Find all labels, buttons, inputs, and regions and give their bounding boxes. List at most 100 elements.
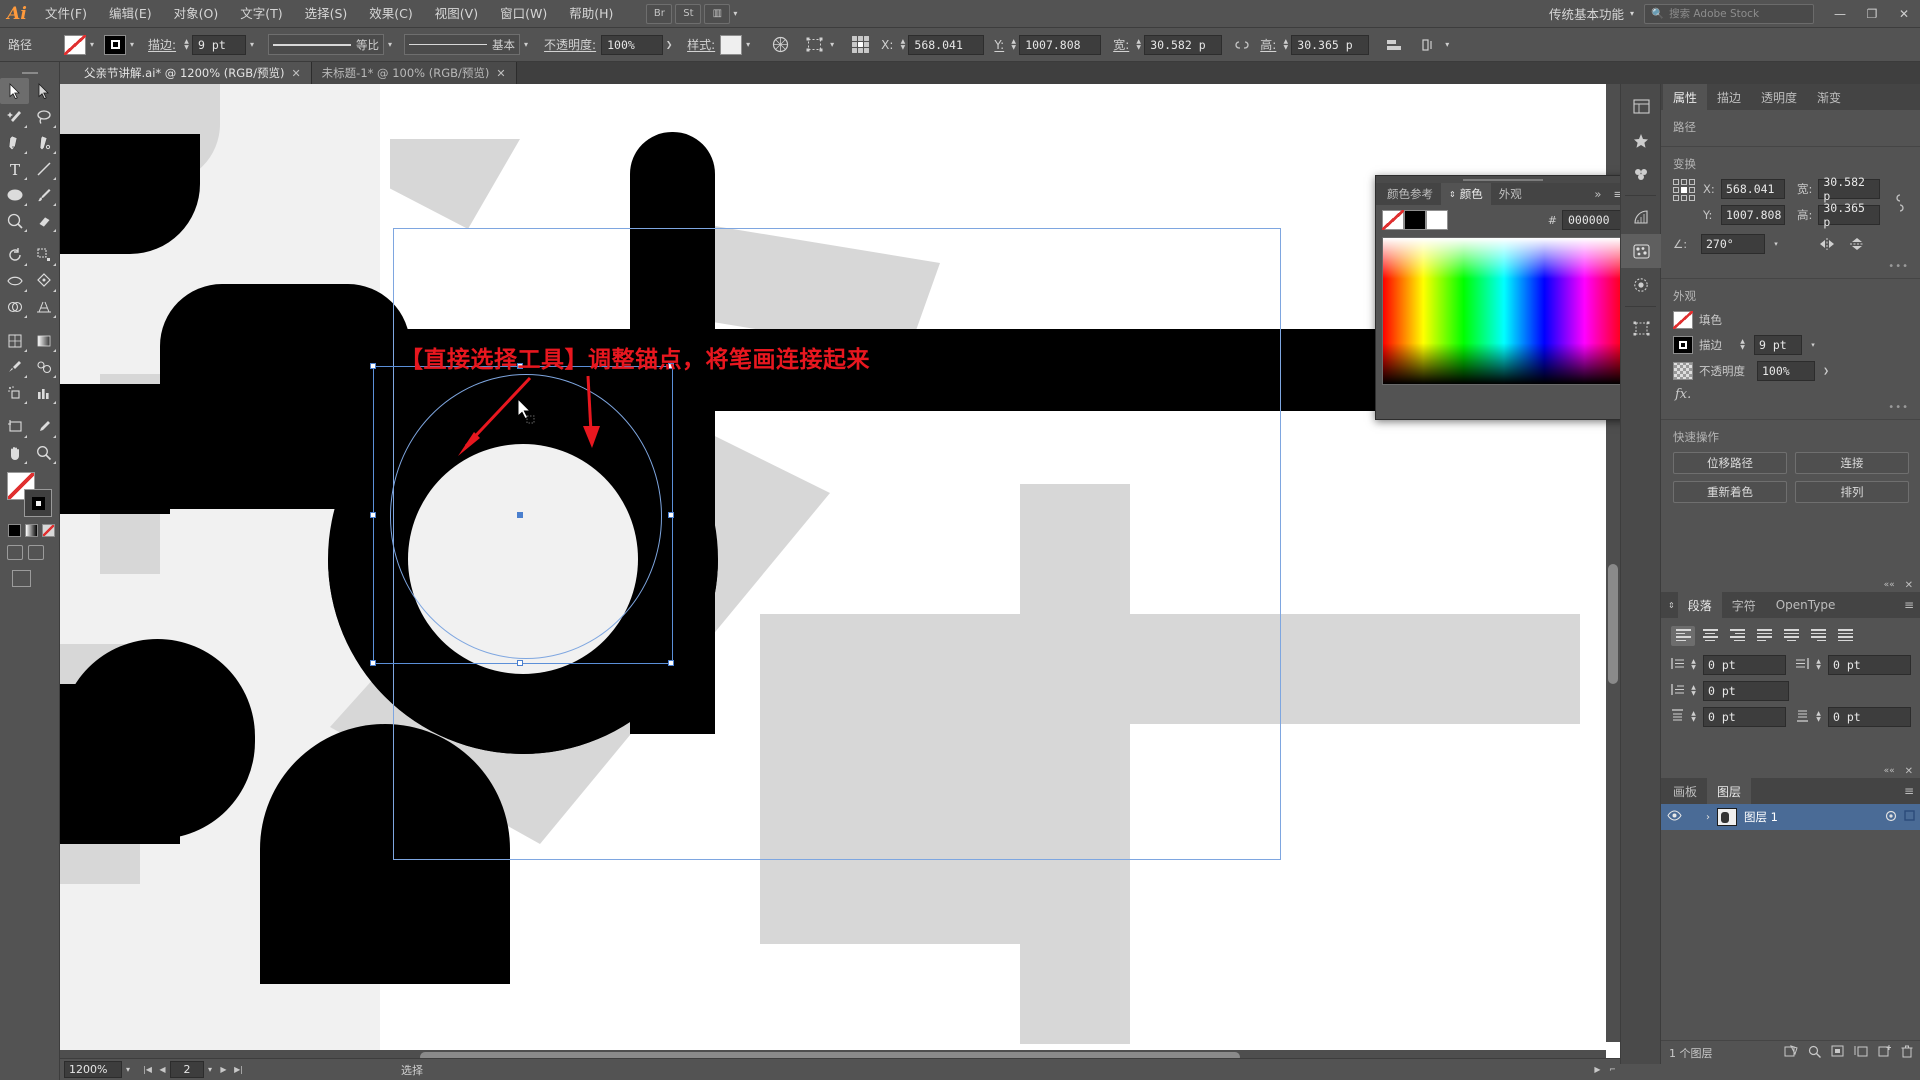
magic-wand-tool[interactable] [0, 104, 29, 130]
layer-expand-icon[interactable]: › [1706, 812, 1710, 823]
tab-stroke[interactable]: 描边 [1707, 84, 1751, 110]
indent-first-line-stepper[interactable]: ▲ ▼ [1688, 681, 1699, 701]
tab-layers[interactable]: 图层 [1707, 778, 1752, 804]
screen-mode-full-icon[interactable] [28, 545, 44, 560]
align-right-button[interactable] [1725, 626, 1749, 646]
transform-chevron-icon[interactable]: ▾ [826, 35, 838, 55]
tab-gradient[interactable]: 渐变 [1807, 84, 1851, 110]
shaper-tool[interactable] [0, 208, 29, 234]
tab-color[interactable]: ⇕ 颜色 [1441, 183, 1491, 205]
search-stock-input[interactable]: 🔍 搜索 Adobe Stock [1644, 3, 1814, 24]
line-segment-tool[interactable] [29, 156, 58, 182]
indent-first-line-field[interactable]: 0 pt [1703, 681, 1789, 701]
recolor-artwork-icon[interactable] [768, 34, 792, 56]
align-options-icon[interactable] [1383, 34, 1407, 56]
tab-properties[interactable]: 属性 [1663, 84, 1708, 110]
paragraph-menu-icon[interactable]: ≡ [1897, 592, 1920, 618]
document-tab-1-close-icon[interactable]: ✕ [291, 67, 300, 80]
artboard-number-field[interactable]: 2 [170, 1061, 204, 1078]
selection-handle-bl[interactable] [370, 660, 376, 666]
canvas-vertical-scroll-thumb[interactable] [1608, 564, 1618, 684]
more-options-chevron-icon[interactable]: ▾ [1441, 35, 1453, 55]
gradient-tool[interactable] [29, 328, 58, 354]
width-tool[interactable] [0, 268, 29, 294]
new-sublayer-icon[interactable] [1854, 1045, 1868, 1060]
layer-visibility-icon[interactable] [1667, 810, 1682, 824]
opacity-flyout-icon[interactable]: ❯ [663, 35, 675, 55]
style-chevron-icon[interactable]: ▾ [742, 35, 754, 55]
link-dimensions-icon[interactable] [1230, 34, 1254, 56]
y-stepper[interactable]: ▲ ▼ [1008, 35, 1019, 55]
artboards-icon[interactable] [1621, 311, 1661, 345]
selection-tool[interactable] [0, 78, 29, 104]
pen-tool[interactable] [0, 130, 29, 156]
prop-width-field[interactable]: 30.582 p [1818, 175, 1881, 203]
reference-point-selector[interactable] [852, 36, 870, 53]
color-black-swatch[interactable] [1404, 210, 1426, 230]
space-after-field[interactable]: 0 pt [1828, 707, 1911, 727]
space-before-stepper[interactable]: ▲ ▼ [1688, 707, 1699, 727]
layer-selection-indicator[interactable] [1904, 810, 1915, 824]
fill-swatch[interactable] [64, 34, 86, 55]
more-options-icon[interactable] [1417, 34, 1441, 56]
layers-close-icon[interactable]: ✕ [1905, 766, 1913, 777]
menu-item-edit[interactable]: 编辑(E) [98, 0, 163, 28]
find-icon[interactable] [1808, 1045, 1821, 1061]
menu-item-window[interactable]: 窗口(W) [489, 0, 558, 28]
menu-item-view[interactable]: 视图(V) [424, 0, 489, 28]
appearance-opacity-field[interactable]: 100% [1757, 361, 1815, 381]
menu-item-object[interactable]: 对象(O) [163, 0, 230, 28]
artboard-chevron-icon[interactable]: ▾ [204, 1060, 216, 1080]
symbol-sprayer-tool[interactable] [0, 380, 29, 406]
delete-layer-icon[interactable] [1901, 1045, 1913, 1061]
transform-options-icon[interactable] [802, 34, 826, 56]
stroke-weight-stepper[interactable]: ▲ ▼ [181, 35, 192, 55]
menu-item-file[interactable]: 文件(F) [34, 0, 98, 28]
stroke-swatch[interactable] [104, 34, 126, 55]
stroke-weight-chevron-icon[interactable]: ▾ [246, 35, 258, 55]
transform-more-options-icon[interactable]: ••• [1673, 261, 1909, 272]
tab-color-guide[interactable]: 颜色参考 [1379, 183, 1441, 205]
menu-item-help[interactable]: 帮助(H) [558, 0, 624, 28]
restore-button[interactable]: ❐ [1856, 0, 1888, 28]
prop-x-field[interactable]: 568.041 [1721, 179, 1785, 199]
prop-angle-field[interactable]: 270° [1701, 234, 1765, 254]
color-spectrum-picker[interactable] [1382, 237, 1626, 385]
appearance-stroke-chevron-icon[interactable]: ▾ [1808, 341, 1818, 349]
tab-opentype[interactable]: OpenType [1766, 592, 1846, 618]
menu-item-effect[interactable]: 效果(C) [358, 0, 423, 28]
x-stepper[interactable]: ▲ ▼ [897, 35, 908, 55]
indent-right-stepper[interactable]: ▲ ▼ [1813, 655, 1824, 675]
color-none-swatch[interactable] [1382, 210, 1404, 230]
hex-value-field[interactable]: 000000 [1562, 210, 1624, 230]
space-after-stepper[interactable]: ▲ ▼ [1813, 707, 1824, 727]
gradient-button[interactable] [25, 524, 38, 537]
appearance-fx-icon[interactable]: fx. [1675, 387, 1909, 402]
toolbar-grip[interactable] [0, 68, 59, 78]
align-center-button[interactable] [1698, 626, 1722, 646]
menu-item-select[interactable]: 选择(S) [294, 0, 359, 28]
width-field[interactable]: 30.582 p [1144, 34, 1223, 55]
tab-character[interactable]: 字符 [1722, 592, 1766, 618]
first-artboard-button[interactable]: |◀ [140, 1061, 155, 1078]
lasso-tool[interactable] [29, 104, 58, 130]
indent-right-field[interactable]: 0 pt [1828, 655, 1911, 675]
stroke-color-swatch[interactable] [24, 489, 52, 517]
curvature-tool[interactable] [29, 130, 58, 156]
justify-all-button[interactable] [1833, 626, 1857, 646]
tab-transparency[interactable]: 透明度 [1751, 84, 1807, 110]
appearance-opacity-swatch[interactable] [1673, 362, 1693, 380]
flip-vertical-icon[interactable] [1845, 233, 1869, 255]
color-panel-collapse-icon[interactable]: » [1589, 183, 1606, 205]
workspace-switcher[interactable]: 传统基本功能 ▾ [1539, 4, 1644, 23]
column-graph-tool[interactable] [29, 380, 58, 406]
height-field[interactable]: 30.365 p [1291, 34, 1370, 55]
screen-mode-normal-icon[interactable] [7, 545, 23, 560]
justify-last-center-button[interactable] [1779, 626, 1803, 646]
close-button[interactable]: ✕ [1888, 0, 1920, 28]
stock-icon[interactable]: St [675, 3, 702, 24]
tab-artboards[interactable]: 画板 [1663, 778, 1707, 804]
style-swatch[interactable] [720, 34, 743, 55]
flip-horizontal-icon[interactable] [1815, 233, 1839, 255]
shape-builder-tool[interactable] [0, 294, 29, 320]
